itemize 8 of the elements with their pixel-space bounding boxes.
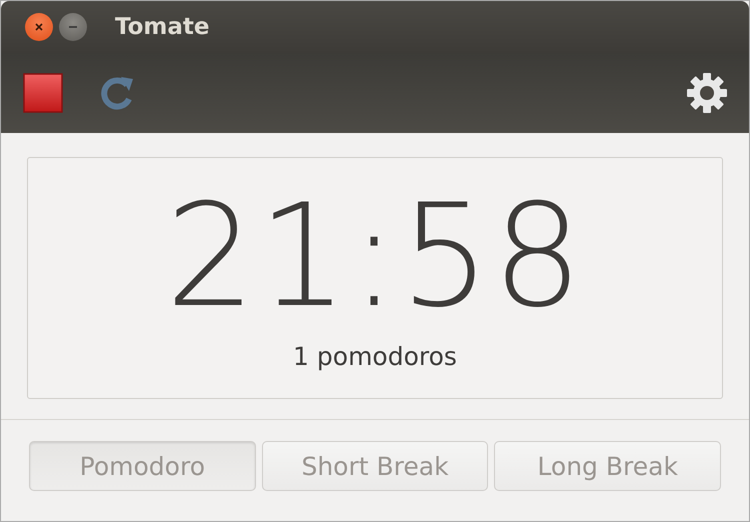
close-icon bbox=[34, 22, 44, 32]
minimize-button[interactable] bbox=[59, 13, 87, 41]
close-button[interactable] bbox=[25, 13, 53, 41]
settings-icon[interactable] bbox=[685, 71, 729, 115]
stop-icon[interactable] bbox=[23, 73, 63, 113]
timer-display: 21:58 bbox=[165, 186, 585, 328]
window-title: Tomate bbox=[115, 14, 210, 40]
pomodoro-count: 1 pomodoros bbox=[293, 342, 457, 370]
